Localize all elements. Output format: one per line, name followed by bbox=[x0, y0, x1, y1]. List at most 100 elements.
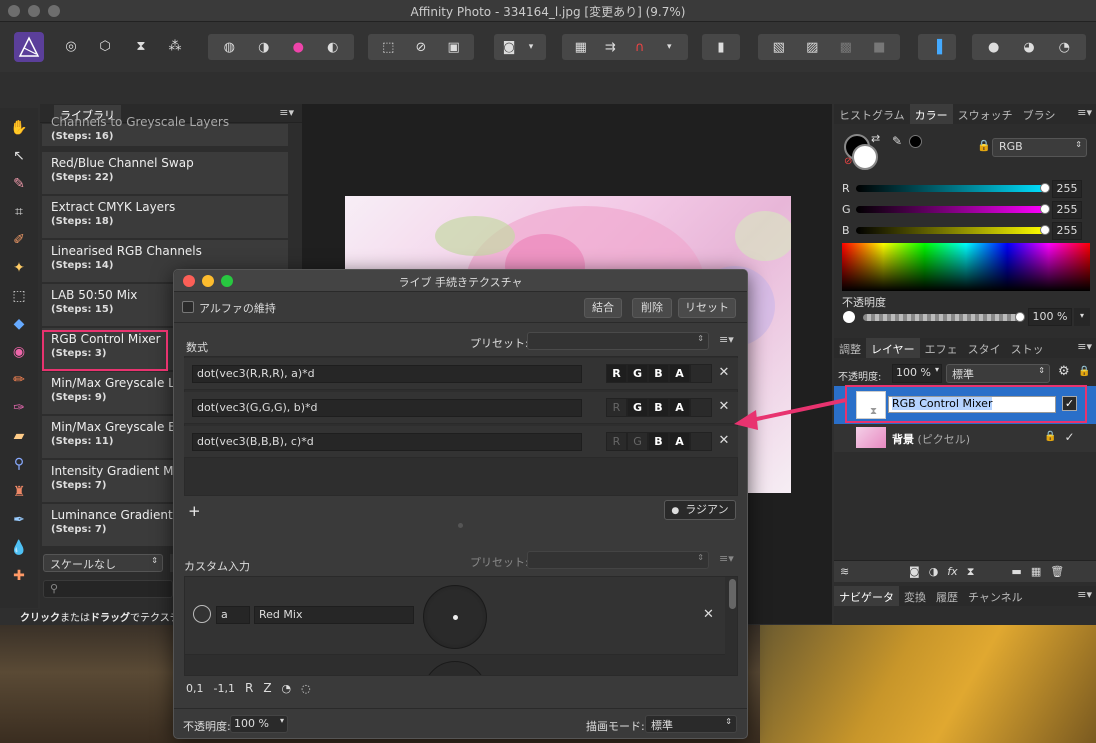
panel-menu-icon[interactable]: ≡▾ bbox=[279, 106, 294, 119]
picked-color-swatch[interactable] bbox=[909, 135, 922, 148]
trash-icon[interactable]: ▮ bbox=[712, 38, 730, 56]
patch-tool-icon[interactable]: ✚ bbox=[9, 568, 29, 588]
color-picker-tool-icon[interactable]: ✎ bbox=[9, 176, 29, 196]
layers-tab-0[interactable]: 調整 bbox=[834, 338, 866, 358]
add-angle-icon[interactable]: ◔ bbox=[282, 682, 292, 695]
channel-toggle-extra[interactable] bbox=[690, 398, 712, 417]
navigator-tab-0[interactable]: ナビゲータ bbox=[834, 586, 899, 606]
live-filter-icon[interactable]: ⧗ bbox=[967, 565, 975, 579]
select-all-icon[interactable]: ⬚ bbox=[379, 38, 397, 56]
equation-field[interactable]: dot(vec3(G,G,G), b)*d bbox=[192, 399, 582, 417]
add-equation-button[interactable]: + bbox=[188, 502, 201, 520]
share-icon[interactable]: ⁂ bbox=[166, 37, 184, 55]
paint-mixer-tool-icon[interactable]: ◉ bbox=[9, 344, 29, 364]
layer-blend-select[interactable]: 標準 ⇕ bbox=[946, 364, 1050, 383]
navigator-tab-3[interactable]: チャンネル bbox=[963, 586, 1028, 606]
delete-button[interactable]: 削除 bbox=[632, 298, 672, 318]
channel-toggle-r[interactable]: R bbox=[606, 364, 627, 383]
preset-menu-icon[interactable]: ≡▾ bbox=[719, 333, 734, 346]
channel-slider[interactable] bbox=[856, 225, 1050, 235]
channel-toggle-g[interactable]: G bbox=[627, 398, 648, 417]
layers-tab-3[interactable]: スタイ bbox=[963, 338, 1006, 358]
color-spectrum[interactable] bbox=[842, 243, 1090, 291]
channel-slider-knob[interactable] bbox=[1040, 204, 1050, 214]
adjustment-icon[interactable]: ◑ bbox=[929, 565, 939, 578]
paint-brush-tool-icon[interactable]: ✏ bbox=[9, 372, 29, 392]
preset-select-2[interactable]: ⇕ bbox=[527, 551, 709, 569]
contrast-icon[interactable]: ◑ bbox=[255, 38, 273, 56]
secondary-color-swatch[interactable] bbox=[852, 144, 878, 170]
delete-layer-icon[interactable]: 🗑 bbox=[1050, 565, 1064, 578]
eyedropper-icon[interactable]: ✎ bbox=[892, 134, 902, 148]
mask-icon[interactable]: ◙ bbox=[909, 565, 920, 578]
channel-slider-knob[interactable] bbox=[1040, 225, 1050, 235]
fill-tool-icon[interactable]: ◆ bbox=[9, 316, 29, 336]
levels-icon[interactable]: ◍ bbox=[220, 38, 238, 56]
dialog-opacity-select[interactable]: 100 % ▾ bbox=[230, 715, 288, 733]
fx-icon[interactable]: fx bbox=[947, 565, 957, 578]
layers-tab-1[interactable]: レイヤー bbox=[866, 338, 920, 358]
color-tab-1[interactable]: カラー bbox=[909, 104, 953, 124]
angle-dial-2[interactable] bbox=[423, 661, 487, 675]
channel-toggle-a[interactable]: A bbox=[669, 398, 690, 417]
channel-toggle-g[interactable]: G bbox=[627, 432, 648, 451]
erase-tool-icon[interactable]: ▰ bbox=[9, 428, 29, 448]
range-neg11-button[interactable]: -1,1 bbox=[214, 682, 235, 695]
scale-select[interactable]: スケールなし ⇕ bbox=[43, 554, 163, 572]
splitter-handle[interactable] bbox=[458, 523, 463, 528]
list-item[interactable]: Red/Blue Channel Swap (Steps: 22) bbox=[42, 152, 288, 194]
color-opacity-field[interactable]: 100 % bbox=[1028, 308, 1072, 326]
panel-menu-icon[interactable]: ≡▾ bbox=[1077, 588, 1092, 601]
add-r-button[interactable]: R bbox=[245, 681, 253, 695]
channel-value-field[interactable]: 255 bbox=[1052, 222, 1082, 240]
blend-mode-select[interactable]: 標準 ⇕ bbox=[645, 715, 737, 733]
channel-toggle-r[interactable]: R bbox=[606, 432, 627, 451]
lock-icon[interactable]: 🔒 bbox=[1044, 431, 1056, 442]
color-wheel-icon[interactable]: ● bbox=[289, 38, 307, 56]
marquee-tool-icon[interactable]: ⬚ bbox=[9, 288, 29, 308]
layer-stack-icon[interactable]: ≋ bbox=[840, 565, 900, 578]
merge-button[interactable]: 結合 bbox=[584, 298, 622, 318]
chevron-down-icon[interactable]: ▾ bbox=[522, 38, 540, 56]
move-front-icon[interactable]: ▩ bbox=[837, 38, 855, 56]
photo-persona-icon[interactable] bbox=[14, 32, 44, 62]
blur-tool-icon[interactable]: 💧 bbox=[9, 540, 29, 560]
preset-select[interactable]: ⇕ bbox=[527, 332, 709, 350]
channel-slider-knob[interactable] bbox=[1040, 183, 1050, 193]
liquify-persona-icon[interactable]: ◎ bbox=[62, 37, 80, 55]
white-balance-icon[interactable]: ◐ bbox=[324, 38, 342, 56]
invert-selection-icon[interactable]: ▣ bbox=[445, 38, 463, 56]
hand-tool-icon[interactable]: ✋ bbox=[9, 120, 29, 140]
opacity-slider-knob[interactable] bbox=[1015, 312, 1025, 322]
move-back-icon[interactable]: ▧ bbox=[770, 38, 788, 56]
intersect-shape-icon[interactable]: ◔ bbox=[1055, 38, 1073, 56]
color-replacement-tool-icon[interactable]: ✑ bbox=[9, 400, 29, 420]
channel-toggle-b[interactable]: B bbox=[648, 398, 669, 417]
color-model-select[interactable]: RGB ⇕ bbox=[992, 138, 1087, 157]
reset-button[interactable]: リセット bbox=[678, 298, 736, 318]
clone-tool-icon[interactable]: ♜ bbox=[9, 484, 29, 504]
channel-slider[interactable] bbox=[856, 183, 1050, 193]
search-input[interactable]: ⚲ bbox=[43, 580, 173, 598]
remove-input-icon[interactable]: ✕ bbox=[703, 607, 714, 622]
panel-menu-icon[interactable]: ≡▾ bbox=[1077, 106, 1092, 119]
quick-mask-icon[interactable]: ◙ bbox=[500, 38, 518, 56]
layers-tab-2[interactable]: エフェ bbox=[920, 338, 963, 358]
align-left-icon[interactable]: ▐ bbox=[928, 38, 946, 56]
deselect-icon[interactable]: ⊘ bbox=[412, 38, 430, 56]
gear-icon[interactable]: ⚙ bbox=[1058, 364, 1070, 379]
color-tab-0[interactable]: ヒストグラム bbox=[834, 104, 910, 124]
add-shape-icon[interactable]: ● bbox=[985, 38, 1003, 56]
healing-brush-tool-icon[interactable]: ✒ bbox=[9, 512, 29, 532]
scrollbar[interactable] bbox=[729, 579, 736, 609]
chevron-down-icon[interactable]: ▾ bbox=[1074, 308, 1090, 326]
lock-icon[interactable]: 🔒 bbox=[977, 139, 991, 152]
channel-toggle-b[interactable]: B bbox=[648, 432, 669, 451]
input-name-field[interactable]: Red Mix bbox=[254, 606, 414, 624]
preserve-alpha-checkbox[interactable] bbox=[182, 301, 194, 313]
range-01-button[interactable]: 0,1 bbox=[186, 682, 204, 695]
remove-equation-icon[interactable]: ✕ bbox=[717, 366, 731, 380]
channel-toggle-r[interactable]: R bbox=[606, 398, 627, 417]
selection-brush-tool-icon[interactable]: ✐ bbox=[9, 232, 29, 252]
chevron-down-icon[interactable]: ▾ bbox=[660, 38, 678, 56]
